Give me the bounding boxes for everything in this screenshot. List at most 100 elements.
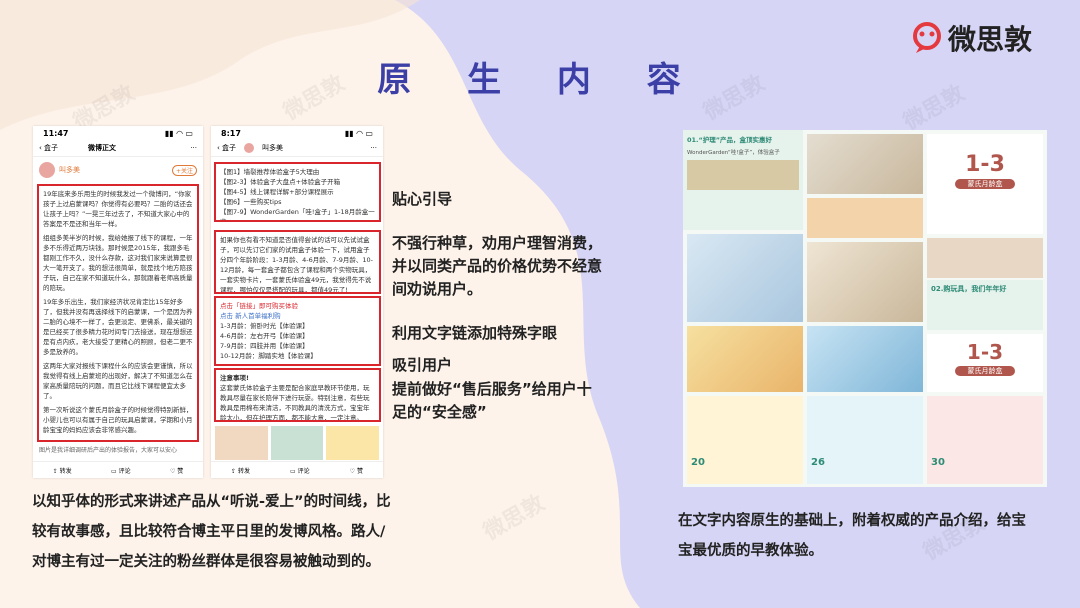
product-photo [807, 242, 923, 322]
product-photo [687, 160, 799, 190]
weibo-article-box: 19年底来多乐用生的时候我发过一个微博问，“你家孩子上过启蒙课吗？你觉得有必要吗… [37, 184, 199, 442]
content-index-box: 【图1】墙裂推荐体验盒子5大理由 【图2-3】体验盒子大盘点+体验盒子开箱 【图… [214, 162, 381, 222]
index-item: 【图4-5】线上课程详解+部分课程展示 [220, 188, 334, 196]
index-item: 【图2-3】体验盒子大盘点+体验盒子开箱 [220, 178, 341, 186]
action-bar: ⇪ 转发 ▭ 评论 ♡ 赞 [33, 461, 203, 478]
product-card: 30 [927, 396, 1043, 484]
thumbnail-image[interactable] [215, 426, 268, 460]
collage-panel-3: 02.购玩具，我们年年好 [927, 280, 1043, 330]
like-button[interactable]: ♡ 赞 [170, 466, 183, 475]
collage-subtext: 蒙氏月龄盒 [955, 179, 1015, 189]
collage-heading: 1-3 [966, 340, 1004, 364]
product-photo [807, 198, 923, 238]
article-paragraph: 这两年大家对报线下课程什么的应该会更谨慎，所以我觉得有线上启蒙班的出现好，解决了… [43, 362, 193, 400]
annotation-guide: 贴心引导 [392, 190, 453, 208]
follow-button[interactable]: +关注 [171, 164, 197, 176]
repost-button[interactable]: ⇪ 转发 [53, 466, 72, 475]
collage-heading: 02.购玩具，我们年年好 [931, 285, 1007, 293]
index-item: 【图1】墙裂推荐体验盒子5大理由 [220, 168, 320, 176]
index-item: 【图6】一些购买tips [220, 198, 282, 206]
article-paragraph: 19年底来多乐用生的时候我发过一个微博问，“你家孩子上过启蒙课吗？你觉得有必要吗… [43, 190, 193, 228]
weibo-screenshot-1: 11:47 ▮▮ ◠ ▭ ‹ 盒子 微博正文 ··· 叫多美 +关注 19年底来… [33, 126, 203, 478]
more-icon[interactable]: ··· [370, 144, 377, 152]
comment-button[interactable]: ▭ 评论 [111, 466, 131, 475]
course-item: 1-3月龄：俯卧时光【体验课】 [220, 322, 309, 330]
author-name[interactable]: 叫多美 [59, 165, 80, 175]
collage-heading: 1-3 [965, 152, 1005, 177]
author-row: 叫多美 +关注 [33, 157, 203, 183]
collage-subtext: WonderGarden“哇!盒子”，体验盒子 [687, 150, 780, 156]
collage-subtext: 蒙氏月龄盒 [955, 366, 1015, 376]
purchase-link-box: 点击「链接」即可购买体验 点击 新人首单福利购 1-3月龄：俯卧时光【体验课】 … [214, 296, 381, 366]
product-photo [687, 234, 803, 322]
image-strip [215, 426, 380, 460]
collage-heading: 01.“护理”产品，盒顶实惠好 [687, 136, 773, 144]
product-card: 26 [807, 396, 923, 484]
product-photo [927, 238, 1043, 278]
course-item: 10-12月龄：脚踏实地【体验课】 [220, 352, 317, 360]
annotation-consumption: 不强行种草，劝用户理智消费，并以同类产品的价格优势不经意间劝说用户。 [392, 234, 603, 298]
notice-text: 这套蒙氏体验盒子主要是配合家庭早教环节使用，玩教具尽量在家长陪伴下进行玩耍。特别… [220, 384, 370, 422]
right-caption: 在文字内容原生的基础上，附着权威的产品介绍，给宝宝最优质的早教体验。 [678, 513, 1026, 559]
annotation-text-link: 利用文字链添加特殊字眼 [392, 324, 558, 342]
repost-button[interactable]: ⇪ 转发 [231, 466, 250, 475]
weibo-screenshot-2: 8:17 ▮▮ ◠ ▭ ‹ 盒子 叫多美 ··· 【图1】墙裂推荐体验盒子5大理… [211, 126, 383, 478]
card-number: 26 [811, 457, 825, 468]
advice-text: 如果你也有看不知道是否值得尝试的话可以先试试盒子，可以先订它们家的试用盒子体验一… [220, 236, 373, 294]
repost-label: 转发 [59, 467, 72, 475]
thumbnail-image[interactable] [326, 426, 380, 460]
more-icon[interactable]: ··· [190, 144, 197, 152]
comment-button[interactable]: ▭ 评论 [290, 466, 310, 475]
status-time: 11:47 [43, 128, 69, 138]
status-bar: 11:47 ▮▮ ◠ ▭ [33, 126, 203, 140]
trial-advice-box: 如果你也有看不知道是否值得尝试的话可以先试试盒子，可以先订它们家的试用盒子体验一… [214, 230, 381, 294]
thumbnail-image[interactable] [270, 426, 324, 460]
like-label: 赞 [177, 467, 184, 475]
avatar[interactable] [244, 143, 255, 153]
signal-icon: ▮▮ ◠ ▭ [344, 128, 373, 138]
collage-panel-1: 01.“护理”产品，盒顶实惠好 WonderGarden“哇!盒子”，体验盒子 [683, 130, 803, 230]
product-photo [687, 326, 803, 392]
collage-panel-4: 1-3 蒙氏月龄盒 [927, 334, 1043, 392]
author-name[interactable]: 叫多美 [262, 143, 283, 153]
action-bar: ⇪ 转发 ▭ 评论 ♡ 赞 [211, 461, 383, 478]
product-card: 20 [687, 396, 803, 484]
page-title: 原 生 内 容 [377, 60, 703, 100]
article-paragraph: 19年多乐出生，我们家经济状况肯定比15年好多了，但我并没有再选择线下的启蒙课，… [43, 298, 193, 356]
back-label: 盒子 [222, 144, 237, 152]
back-label: 盒子 [44, 144, 59, 152]
avatar[interactable] [39, 162, 55, 178]
collage-bottom-row: 20 26 30 [687, 396, 1043, 484]
annotation-attract: 吸引用户 [392, 356, 453, 374]
product-photo [807, 134, 923, 194]
nav-title: 微博正文 [88, 144, 117, 152]
link-title: 点击「链接」即可购买体验 [220, 302, 298, 310]
back-button[interactable]: ‹ 盒子 [39, 143, 58, 153]
card-number: 20 [691, 457, 705, 468]
nav-bar: ‹ 盒子 微博正文 ··· [33, 140, 203, 157]
like-button[interactable]: ♡ 赞 [350, 466, 363, 475]
footer-text: 图片是我详细调研后产出的体验报告，大家可以安心 [39, 447, 178, 454]
status-time: 8:17 [221, 128, 241, 138]
nav-bar: ‹ 盒子 叫多美 ··· [211, 140, 383, 157]
annotation-after-sales: 提前做好“售后服务”给用户十足的“安全感” [392, 380, 592, 421]
index-item: 【图7-9】WonderGarden「哇!盒子」1-18月龄盒一览 [220, 208, 375, 222]
like-label: 赞 [356, 467, 363, 475]
notice-box: 注意事项! 这套蒙氏体验盒子主要是配合家庭早教环节使用，玩教具尽量在家长陪伴下进… [214, 368, 381, 422]
card-number: 30 [931, 457, 945, 468]
product-photo [807, 326, 923, 392]
course-item: 4-6月龄：左右开弓【体验课】 [220, 332, 309, 340]
comment-label: 评论 [118, 467, 131, 475]
article-paragraph: 第一次听说这个蒙氏月龄盒子的时候觉得特别新鲜，小婴儿也可以有属于自己的玩具启蒙课… [43, 406, 193, 434]
back-button[interactable]: ‹ 盒子 [217, 143, 236, 153]
signal-icon: ▮▮ ◠ ▭ [164, 128, 193, 138]
purchase-link[interactable]: 点击 新人首单福利购 [220, 311, 375, 321]
brand-icon [912, 22, 941, 53]
product-collage: 01.“护理”产品，盒顶实惠好 WonderGarden“哇!盒子”，体验盒子 … [683, 130, 1047, 487]
course-item: 7-9月龄：四肢并用【体验课】 [220, 342, 309, 350]
left-caption: 以知乎体的形式来讲述产品从“听说-爱上”的时间线，比较有故事感，且比较符合博主平… [32, 494, 391, 570]
comment-label: 评论 [297, 467, 310, 475]
notice-title: 注意事项! [220, 374, 249, 382]
collage-panel-2: 1-3 蒙氏月龄盒 [927, 134, 1043, 234]
article-paragraph: 组组多美半岁的时候，我给她报了线下的课程，一年多不乐得近两万块钱。那时候是201… [43, 234, 193, 292]
